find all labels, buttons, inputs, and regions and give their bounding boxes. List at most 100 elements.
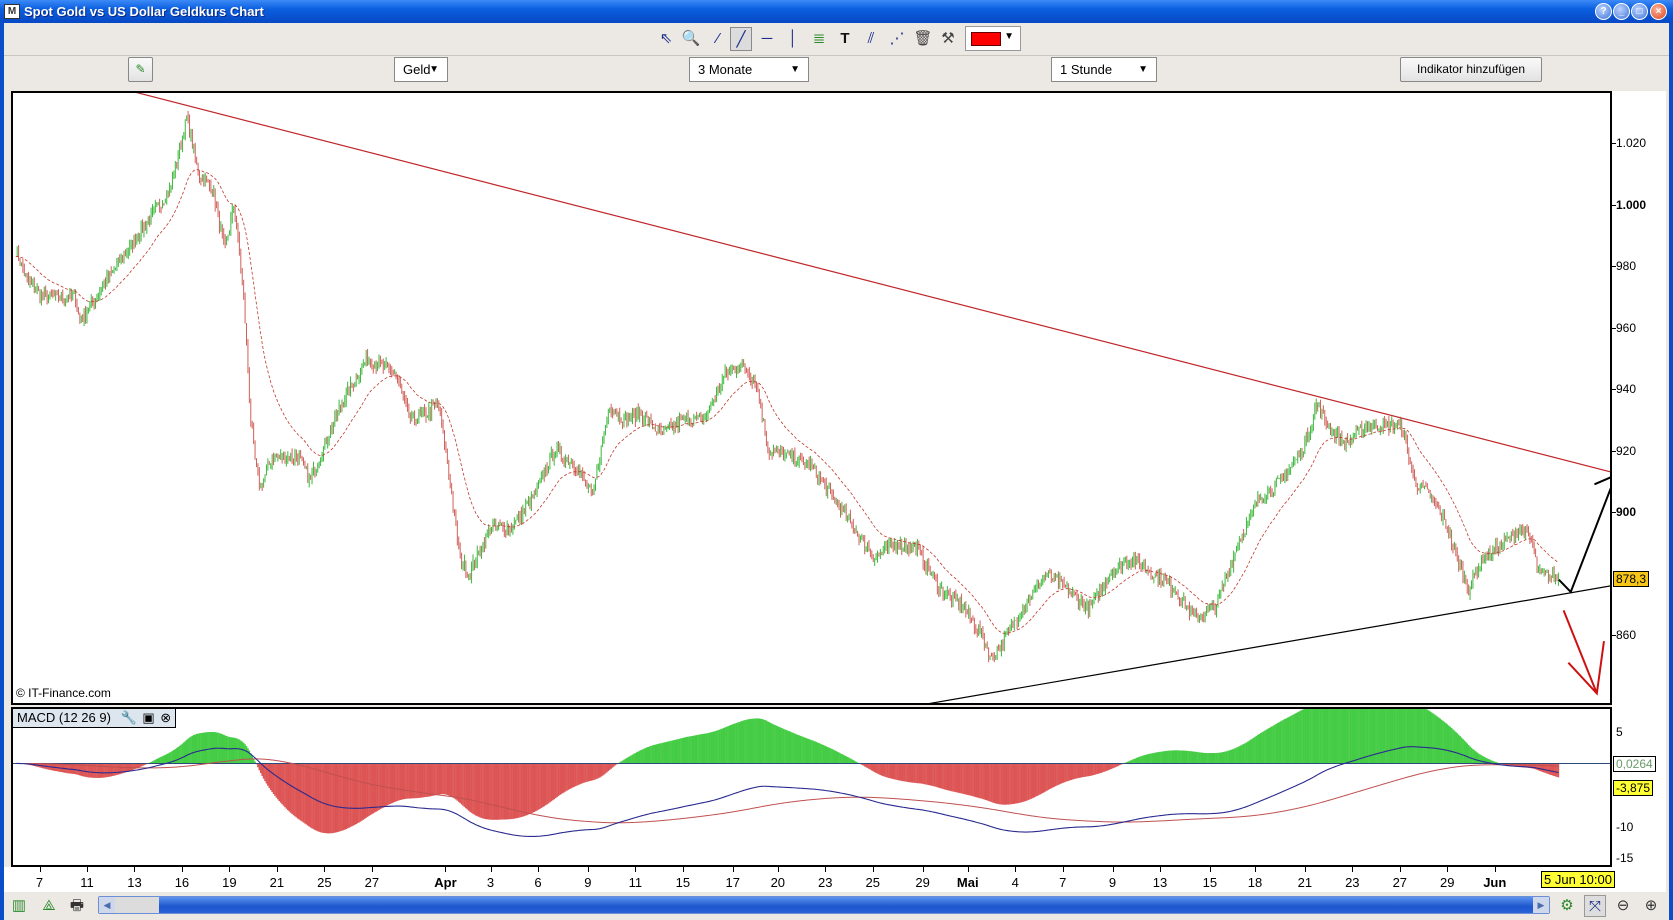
copyright-label: © IT-Finance.com — [16, 686, 111, 700]
date-tick — [732, 867, 734, 872]
vertical-line-icon[interactable]: │ — [782, 27, 804, 51]
date-tick-label: 29 — [1440, 875, 1455, 890]
price-tick — [1612, 389, 1616, 390]
chevron-down-icon: ▼ — [1138, 64, 1148, 75]
date-tick — [1015, 867, 1017, 872]
app-icon: M — [4, 4, 20, 19]
price-tick — [1612, 204, 1616, 206]
horizontal-line-icon[interactable]: ─ — [756, 27, 778, 51]
zoom-out-icon[interactable]: ⊖ — [1612, 895, 1634, 917]
date-tick-label: 9 — [584, 875, 592, 890]
date-tick — [229, 867, 231, 872]
date-tick-label: 11 — [628, 875, 643, 890]
period-value: 3 Monate — [698, 62, 753, 77]
fibonacci-icon[interactable]: ≣ — [808, 27, 830, 51]
autoscale-zoom-icon[interactable]: ⤧ — [1584, 895, 1606, 917]
drawing-tools-toggle[interactable]: ✎ — [128, 57, 153, 82]
dotted-line-icon[interactable]: ⋰ — [886, 27, 908, 51]
date-tick — [922, 867, 924, 872]
price-chart[interactable]: © IT-Finance.com — [11, 91, 1612, 705]
period-select[interactable]: 3 Monate ▼ — [689, 57, 809, 82]
price-tick-label: 900 — [1616, 505, 1637, 519]
date-tick — [490, 867, 492, 872]
tools-icon[interactable]: ⚒ — [937, 27, 959, 51]
date-tick-label: 7 — [35, 875, 44, 890]
price-type-select[interactable]: Geld ▼ — [394, 57, 448, 82]
price-tick-label: 1.020 — [1616, 136, 1647, 150]
scroll-left-icon[interactable]: ◀ — [99, 897, 115, 913]
date-tick — [1447, 867, 1449, 872]
close-panel-icon[interactable]: ⊗ — [160, 710, 171, 725]
date-tick-label: 11 — [80, 875, 94, 890]
parallel-lines-icon[interactable]: ⫽ — [860, 27, 882, 51]
date-tick — [181, 867, 183, 872]
date-tick — [1160, 867, 1162, 872]
trendline-icon[interactable]: ╱ — [730, 27, 752, 51]
date-tick-label: 6 — [534, 875, 542, 890]
candlestick-icon[interactable]: ▥ — [8, 895, 30, 917]
chart-settings-icon[interactable]: ⚙ — [1556, 895, 1578, 917]
interval-value: 1 Stunde — [1060, 62, 1113, 77]
bottom-toolbar: ▥ ⟁ 🖶 ◀ ▶ ⚙ ⤧ ⊖ ⊕ — [4, 892, 1666, 920]
date-tick-label: 16 — [174, 875, 190, 890]
title-bar: M Spot Gold vs US Dollar Geldkurs Chart … — [0, 0, 1673, 23]
scrollbar-track[interactable] — [115, 897, 159, 913]
wrench-icon[interactable]: 🔧 — [121, 710, 137, 725]
price-tick — [1612, 327, 1616, 329]
current-time-badge: 5 Jun 10:00 — [1541, 871, 1615, 888]
date-tick — [324, 867, 326, 872]
chevron-down-icon: ▼ — [1004, 31, 1014, 42]
interval-select[interactable]: 1 Stunde ▼ — [1051, 57, 1157, 82]
date-axis: 7 11 13 16 19 21 25 27 Apr 3 6 9 11 15 17 20 23 25 29 Mai 4 7… — [4, 867, 1666, 892]
date-tick-label: 27 — [1392, 875, 1408, 890]
date-tick — [134, 867, 136, 872]
moving-average-line — [15, 168, 1559, 634]
divider — [4, 55, 1669, 56]
date-tick — [445, 867, 447, 872]
close-button[interactable]: × — [1650, 3, 1667, 20]
forecast-arrow — [1562, 610, 1598, 694]
add-indicator-button[interactable]: Indikator hinzufügen — [1400, 57, 1542, 82]
pointer-icon[interactable]: ⇖ — [655, 27, 677, 51]
date-tick — [777, 867, 779, 872]
price-tick-label: 1.000 — [1616, 197, 1647, 212]
trash-icon[interactable]: 🗑 — [912, 27, 934, 51]
date-tick — [682, 867, 684, 872]
date-tick — [1352, 867, 1354, 872]
macd-tick-label: -15 — [1616, 851, 1634, 865]
date-tick — [587, 867, 589, 872]
help-button[interactable]: ? — [1595, 3, 1612, 20]
price-tick-label: 920 — [1616, 443, 1637, 458]
date-tick — [371, 867, 373, 872]
text-icon[interactable]: T — [834, 27, 856, 51]
price-tick-label: 960 — [1616, 320, 1637, 335]
last-price-badge: 878,3 — [1613, 570, 1650, 587]
date-tick — [635, 867, 637, 872]
color-picker[interactable]: ▼ — [965, 26, 1021, 51]
price-tick — [1612, 635, 1616, 636]
macd-label: MACD (12 26 9) — [17, 710, 111, 725]
scroll-right-icon[interactable]: ▶ — [1533, 897, 1549, 913]
zoom-in-icon[interactable]: 🔍 — [680, 27, 702, 51]
date-tick-label: 4 — [1011, 875, 1019, 890]
maximize-button[interactable]: □ — [1631, 3, 1648, 20]
print-icon[interactable]: 🖶 — [66, 895, 88, 917]
date-tick-label: 7 — [1059, 875, 1067, 890]
date-tick — [1062, 867, 1064, 872]
minimize-button[interactable]: _ — [1613, 3, 1630, 20]
date-tick — [872, 867, 874, 872]
date-tick-label: 13 — [1152, 875, 1168, 890]
window-title: Spot Gold vs US Dollar Geldkurs Chart — [24, 4, 264, 19]
date-tick-label: 9 — [1108, 875, 1117, 890]
line-icon[interactable]: ⁄ — [707, 27, 729, 51]
date-tick-label: 18 — [1247, 875, 1263, 890]
date-tick-label: 20 — [770, 875, 786, 890]
time-scrollbar[interactable]: ◀ ▶ — [98, 896, 1550, 914]
macd-panel[interactable]: MACD (12 26 9) 🔧 ▣ ⊗ — [11, 707, 1612, 867]
date-tick-label: 3 — [486, 875, 495, 890]
maximize-panel-icon[interactable]: ▣ — [142, 710, 154, 725]
macd-histogram-value: 0,0264 — [1613, 755, 1656, 772]
date-tick-label: Apr — [434, 875, 457, 890]
zoom-in-icon[interactable]: ⊕ — [1640, 895, 1662, 917]
compare-icon[interactable]: ⟁ — [38, 895, 60, 917]
